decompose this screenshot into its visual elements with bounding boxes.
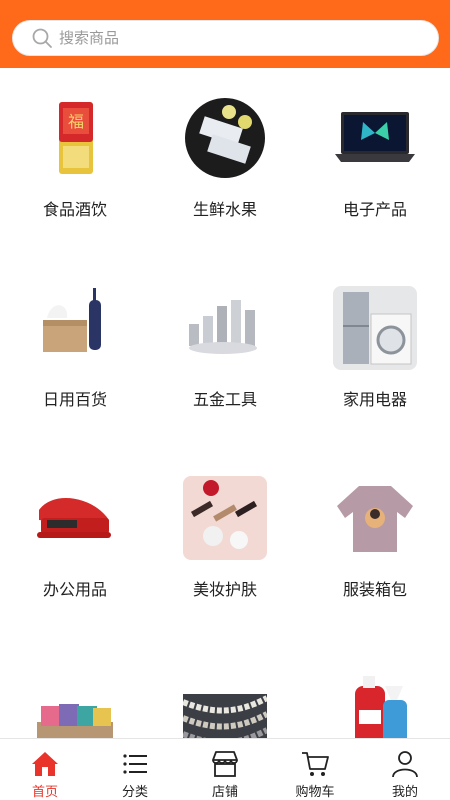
category-label: 办公用品 — [42, 580, 107, 599]
category-item-daily[interactable]: 日用百货 — [0, 258, 150, 448]
tab-profile[interactable]: 我的 — [360, 739, 450, 800]
category-label: 电子产品 — [342, 200, 407, 219]
category-label: 日用百货 — [42, 390, 107, 409]
search-bar[interactable] — [12, 20, 439, 56]
stapler-icon — [37, 497, 111, 538]
category-item-beauty[interactable]: 美妆护肤 — [150, 448, 300, 638]
category-label: 家用电器 — [342, 390, 407, 409]
cosmetics-icon — [183, 476, 267, 560]
category-item-appliances[interactable]: 家用电器 — [300, 258, 450, 448]
tab-home[interactable]: 首页 — [0, 739, 90, 800]
bottom-tab-bar: 首页 分类 店铺 购物车 我的 — [0, 738, 450, 800]
category-item-apparel[interactable]: 服装箱包 — [300, 448, 450, 638]
category-label: 五金工具 — [192, 390, 257, 409]
category-item-jewelry[interactable] — [150, 638, 300, 738]
tab-label: 首页 — [31, 785, 58, 800]
tissue-umbrella-icon — [43, 288, 101, 352]
cart-icon — [302, 752, 329, 776]
svg-text:福: 福 — [68, 112, 84, 131]
list-icon — [123, 754, 147, 774]
category-label: 生鲜水果 — [192, 200, 257, 219]
category-label: 食品酒饮 — [42, 200, 107, 219]
tab-label: 分类 — [121, 785, 148, 800]
category-item-hardware[interactable]: 五金工具 — [150, 258, 300, 448]
user-icon — [392, 751, 418, 778]
bolts-icon — [189, 300, 257, 354]
category-grid: 福 食品酒饮 生鲜水果 电子产品 日用百货 五金工具 家用电器 办公用品 美妆护… — [0, 68, 450, 738]
search-icon — [32, 28, 52, 48]
appliance-icon — [333, 286, 417, 370]
fish-plate-icon — [185, 98, 265, 178]
tab-category[interactable]: 分类 — [90, 739, 180, 800]
tab-cart[interactable]: 购物车 — [270, 739, 360, 800]
home-icon — [32, 752, 58, 776]
category-item-home[interactable] — [0, 638, 150, 738]
store-icon — [212, 751, 238, 777]
tab-store[interactable]: 店铺 — [180, 739, 270, 800]
category-label: 美妆护肤 — [192, 580, 257, 599]
category-item-electronics[interactable]: 电子产品 — [300, 68, 450, 258]
rice-bag-icon: 福 — [59, 102, 93, 174]
category-item-fresh[interactable]: 生鲜水果 — [150, 68, 300, 258]
pearls-icon — [183, 694, 267, 738]
cushions-icon — [37, 704, 113, 738]
sweater-icon — [337, 486, 413, 552]
category-item-food[interactable]: 福 食品酒饮 — [0, 68, 150, 258]
category-item-cleaning[interactable] — [300, 638, 450, 738]
laptop-icon — [335, 112, 415, 162]
detergent-icon — [355, 676, 407, 738]
tab-label: 我的 — [391, 785, 418, 800]
tab-label: 购物车 — [295, 785, 335, 800]
category-item-office[interactable]: 办公用品 — [0, 448, 150, 638]
header-bar — [0, 0, 450, 68]
search-input[interactable] — [59, 29, 379, 47]
tab-label: 店铺 — [211, 785, 238, 800]
category-label: 服装箱包 — [342, 580, 407, 599]
